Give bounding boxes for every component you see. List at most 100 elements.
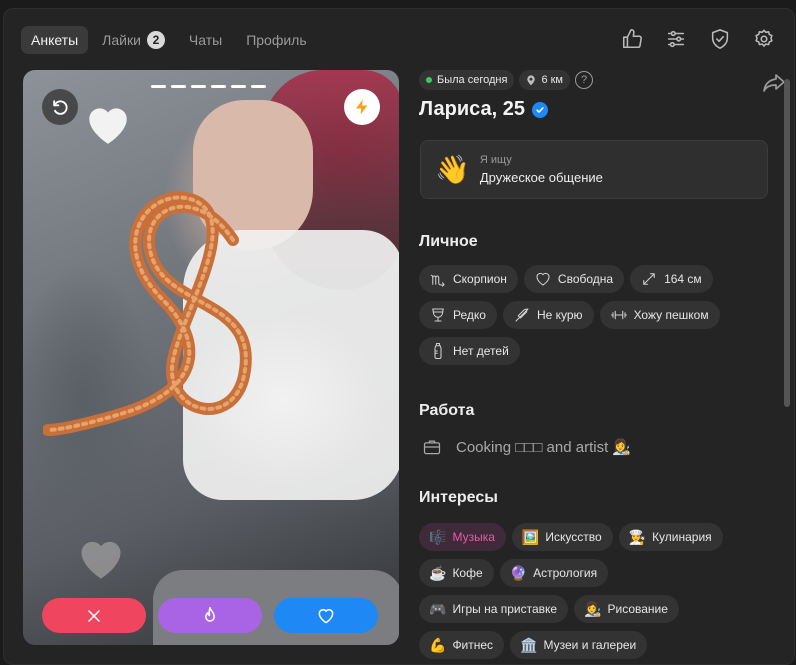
chip-label: Хожу пешком — [633, 308, 709, 322]
chip-zodiac: Скорпион — [419, 265, 518, 293]
waving-hand-icon: 👋 — [435, 154, 470, 185]
shield-check-icon[interactable] — [708, 27, 732, 51]
crystal-ball-icon: 🔮 — [509, 564, 528, 581]
work-row: Cooking □□□ and artist 👩‍🎨 — [422, 437, 769, 457]
name-text: Лариса, 25 — [419, 98, 526, 120]
interest-chip: 🏛️ Музеи и галереи — [510, 631, 648, 659]
gear-icon[interactable] — [752, 27, 776, 51]
dumbbell-icon — [610, 310, 627, 320]
chip-label: Музыка — [452, 530, 495, 544]
profile-photo[interactable] — [23, 70, 399, 645]
looking-for-label: Я ищу — [479, 154, 512, 166]
chip-label: Игры на приставке — [452, 602, 558, 616]
coffee-icon: ☕ — [429, 564, 447, 581]
looking-for-card: 👋 Я ищу Дружеское общение — [420, 140, 768, 199]
distance-text: 6 км — [541, 74, 563, 86]
snake-illustration — [43, 191, 252, 436]
status-text: Была сегодня — [437, 74, 508, 86]
heart-decoration-icon — [81, 541, 121, 579]
chip-children: Нет детей — [419, 337, 520, 365]
section-work-title: Работа — [419, 402, 475, 419]
chip-smoking: Не курю — [502, 301, 594, 329]
interest-chip: 🖼️ Искусство — [511, 523, 613, 551]
baby-bottle-icon — [434, 342, 442, 360]
briefcase-icon — [423, 440, 441, 455]
biceps-icon: 💪 — [429, 636, 447, 653]
status-row: Была сегодня 6 км ? — [419, 70, 769, 90]
swipe-actions — [42, 598, 378, 633]
thumbs-up-icon[interactable] — [620, 27, 644, 51]
section-personal-title: Личное — [419, 233, 478, 250]
heart-icon — [318, 608, 334, 623]
share-icon[interactable] — [762, 72, 786, 94]
chip-label: Свободна — [557, 272, 614, 286]
info-scrollbar[interactable] — [784, 79, 790, 407]
lightning-icon — [356, 99, 368, 115]
top-tabs: Анкеты Лайки 2 Чаты Профиль — [21, 26, 317, 54]
profile-info: Была сегодня 6 км ? Лариса, 25 👋 Я ищу Д… — [419, 70, 785, 659]
photo-dot[interactable] — [171, 85, 186, 88]
dislike-button[interactable] — [42, 598, 146, 633]
personal-chips: Скорпион Свободна 164 см Редко Не курю Х… — [419, 265, 769, 365]
chip-relationship: Свободна — [523, 265, 625, 293]
photo-dot[interactable] — [151, 85, 166, 88]
tab-profile[interactable]: Профиль — [236, 26, 316, 54]
chip-label: Редко — [453, 308, 486, 322]
photo-pagination — [151, 85, 266, 88]
photo-dot[interactable] — [191, 85, 206, 88]
undo-button[interactable] — [42, 89, 78, 125]
interests-chips: 🎼 Музыка 🖼️ Искусство 👩‍🍳 Кулинария ☕ Кофе 🔮… — [419, 523, 739, 659]
tab-label: Лайки — [102, 32, 141, 48]
chip-label: 164 см — [664, 272, 702, 286]
interest-chip: 👩‍🎨 Рисование — [574, 595, 679, 623]
cook-icon: 👩‍🍳 — [628, 528, 647, 545]
photo-dot[interactable] — [231, 85, 246, 88]
online-dot — [426, 77, 432, 83]
chip-label: Кулинария — [652, 530, 712, 544]
artist-icon: 👩‍🎨 — [584, 600, 602, 617]
verified-badge-icon — [532, 101, 549, 118]
boost-button[interactable] — [344, 89, 380, 125]
height-arrows-icon — [643, 273, 655, 285]
music-icon: 🎼 — [429, 528, 447, 545]
tab-label: Чаты — [188, 32, 223, 48]
online-status: Была сегодня — [419, 70, 515, 90]
photo-dot[interactable] — [251, 85, 266, 88]
interest-chip: 🔮 Астрология — [499, 559, 609, 587]
tab-likes[interactable]: Лайки 2 — [92, 26, 175, 54]
top-actions — [620, 27, 776, 51]
likes-count-badge: 2 — [146, 31, 165, 49]
location-pin-icon — [527, 75, 536, 86]
scorpio-icon — [430, 274, 445, 287]
chip-label: Кофе — [452, 566, 483, 580]
interest-chip: 👩‍🍳 Кулинария — [618, 523, 723, 551]
chip-label: Астрология — [533, 566, 598, 580]
museum-icon: 🏛️ — [520, 636, 538, 653]
help-icon[interactable]: ? — [575, 71, 593, 89]
filters-icon[interactable] — [664, 27, 688, 51]
distance-badge: 6 км — [519, 70, 570, 90]
work-text: Cooking □□□ and artist 👩‍🎨 — [456, 439, 632, 456]
glass-icon — [432, 308, 444, 322]
chip-label: Искусство — [545, 530, 602, 544]
tab-profiles[interactable]: Анкеты — [21, 26, 89, 54]
chip-height: 164 см — [630, 265, 713, 293]
chip-label: Музеи и галереи — [543, 638, 637, 652]
section-interests-title: Интересы — [419, 489, 498, 506]
chip-label: Не курю — [536, 308, 583, 322]
superlike-button[interactable] — [158, 598, 262, 633]
interest-chip: 🎮 Игры на приставке — [419, 595, 569, 623]
heart-outline-icon — [536, 272, 550, 286]
heart-decoration-icon — [89, 108, 127, 144]
tab-chats[interactable]: Чаты — [179, 26, 232, 54]
interest-chip: 🎼 Музыка — [419, 523, 506, 551]
photo-dot[interactable] — [211, 85, 226, 88]
art-icon: 🖼️ — [521, 528, 540, 545]
chip-label: Скорпион — [453, 272, 507, 286]
chip-alcohol: Редко — [419, 301, 497, 329]
chip-label: Рисование — [607, 602, 668, 616]
like-button[interactable] — [274, 598, 378, 633]
chip-sport: Хожу пешком — [599, 301, 720, 329]
chip-label: Нет детей — [453, 344, 509, 358]
profile-name: Лариса, 25 — [419, 98, 769, 121]
